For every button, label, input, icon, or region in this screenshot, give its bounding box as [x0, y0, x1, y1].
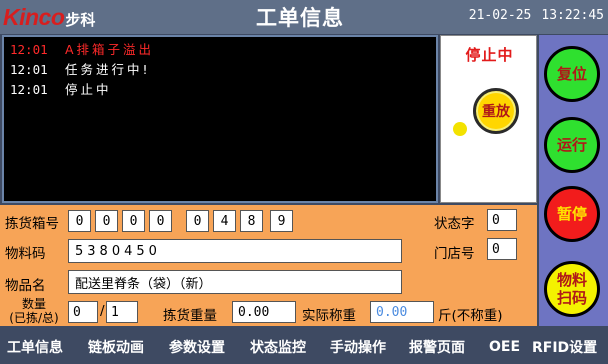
scan-label-line2: 扫码 — [556, 289, 587, 307]
nav-conveyor-animation[interactable]: 链板动画 — [88, 337, 144, 357]
quantity-label-line2: (已拣/总) — [9, 311, 59, 325]
pick-weight-label: 拣货重量 — [163, 308, 217, 324]
nav-oee[interactable]: OEE — [489, 339, 520, 355]
box-no-digit[interactable]: 0 — [149, 210, 172, 232]
box-no-digit[interactable]: 0 — [95, 210, 118, 232]
quantity-label-line1: 数量 — [21, 297, 46, 311]
bottom-nav: 工单信息 链板动画 参数设置 状态监控 手动操作 报警页面 OEE RFID设置 — [0, 330, 608, 364]
nav-status-monitor[interactable]: 状态监控 — [250, 337, 306, 357]
time-display: 13:22:45 — [541, 8, 604, 23]
log-time: 12:01 — [10, 82, 48, 97]
replay-button[interactable]: 重放 — [473, 88, 519, 134]
store-no-field[interactable]: 0 — [487, 238, 517, 260]
pause-button[interactable]: 暂停 — [544, 186, 600, 242]
box-no-digit[interactable]: 0 — [122, 210, 145, 232]
box-no-digit[interactable]: 0 — [186, 210, 209, 232]
machine-state-text: 停止中 — [465, 46, 514, 64]
side-control-panel: 复位 运行 暂停 物料 扫码 — [539, 35, 608, 326]
log-time: 12:01 — [10, 62, 48, 77]
store-no-label: 门店号 — [434, 246, 475, 262]
quantity-label: 数量 (已拣/总) — [4, 297, 64, 325]
date-display: 21-02-25 — [468, 8, 532, 23]
box-no-digit[interactable]: 4 — [213, 210, 236, 232]
header-bar: Kinco 步科 工单信息 21-02-25 13:22:45 — [0, 0, 608, 34]
material-code-field[interactable]: 5380450 — [68, 239, 402, 263]
log-row: 12:01 A排箱子溢出 — [10, 40, 430, 60]
reset-button[interactable]: 复位 — [544, 46, 600, 102]
status-word-label: 状态字 — [434, 216, 475, 232]
log-row: 12:01 停止中 — [10, 80, 430, 100]
kinco-logo: Kinco 步科 — [3, 4, 95, 30]
status-indicator-lamp — [453, 122, 467, 136]
log-row: 12:01 任务进行中! — [10, 60, 430, 80]
message-log: 12:01 A排箱子溢出 12:01 任务进行中! 12:01 停止中 — [2, 35, 438, 203]
hmi-screen: Kinco 步科 工单信息 21-02-25 13:22:45 12:01 A排… — [0, 0, 608, 364]
nav-manual-operation[interactable]: 手动操作 — [330, 337, 386, 357]
status-panel: 停止中 重放 — [440, 35, 537, 203]
nav-alarm-page[interactable]: 报警页面 — [409, 337, 465, 357]
qty-separator: / — [100, 303, 105, 319]
item-name-field[interactable]: 配送里脊条（袋）（新） — [68, 270, 402, 294]
work-order-form: 拣货箱号 0 0 0 0 0 4 8 9 状态字 0 物料码 5380450 门… — [0, 205, 537, 326]
box-no-digit[interactable]: 9 — [270, 210, 293, 232]
status-word-field[interactable]: 0 — [487, 209, 517, 231]
datetime: 21-02-25 13:22:45 — [469, 8, 604, 23]
box-no-digit[interactable]: 8 — [240, 210, 263, 232]
nav-work-order[interactable]: 工单信息 — [7, 337, 63, 357]
item-name-label: 物品名 — [5, 278, 46, 294]
pick-weight-field[interactable]: 0.00 — [232, 301, 296, 323]
qty-total-field[interactable]: 1 — [106, 301, 138, 323]
log-time: 12:01 — [10, 42, 48, 57]
log-message: A排箱子溢出 — [65, 42, 155, 57]
logo-brand: Kinco — [3, 4, 65, 30]
actual-weight-label: 实际称重 — [302, 308, 356, 324]
material-code-label: 物料码 — [5, 246, 46, 262]
qty-picked-field[interactable]: 0 — [68, 301, 98, 323]
log-message: 任务进行中! — [65, 62, 151, 77]
log-message: 停止中 — [65, 82, 112, 97]
logo-sub: 步科 — [65, 11, 96, 29]
material-scan-button[interactable]: 物料 扫码 — [544, 261, 600, 317]
weight-unit-label: 斤(不称重) — [438, 308, 503, 324]
nav-parameter-settings[interactable]: 参数设置 — [169, 337, 225, 357]
nav-rfid-settings[interactable]: RFID设置 — [532, 337, 597, 357]
run-button[interactable]: 运行 — [544, 117, 600, 173]
box-no-digit[interactable]: 0 — [68, 210, 91, 232]
actual-weight-field[interactable]: 0.00 — [370, 301, 434, 323]
page-title: 工单信息 — [256, 6, 344, 30]
scan-label-line1: 物料 — [556, 271, 587, 289]
box-no-label: 拣货箱号 — [5, 216, 59, 232]
